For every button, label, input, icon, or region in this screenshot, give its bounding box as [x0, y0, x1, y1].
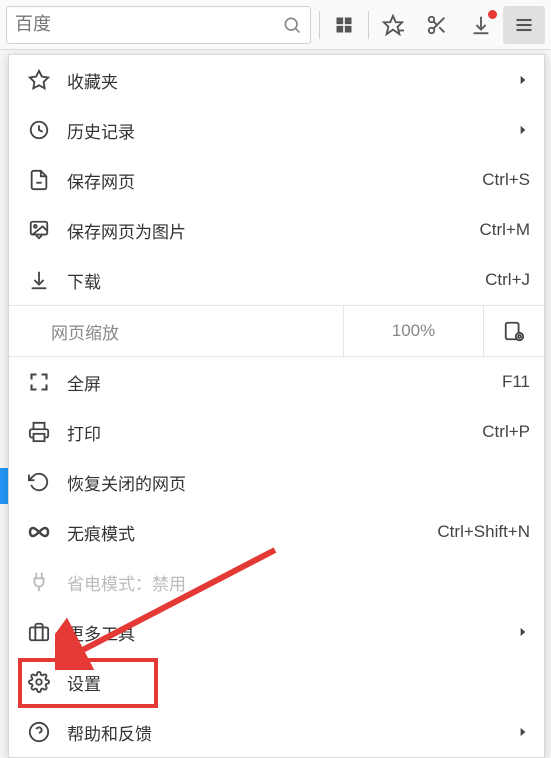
- main-menu: 收藏夹 历史记录 保存网页 Ctrl+S 保存网页为图片 Ctrl+M 下载 C…: [8, 54, 545, 758]
- menu-item-favorites[interactable]: 收藏夹: [9, 55, 544, 105]
- download-icon: [25, 269, 53, 291]
- zoom-row: 网页缩放 100%: [9, 305, 544, 357]
- fullscreen-icon: [25, 372, 53, 392]
- download-button[interactable]: [459, 6, 503, 44]
- star-icon: [25, 69, 53, 91]
- page-icon: [25, 169, 53, 191]
- menu-item-incognito[interactable]: 无痕模式 Ctrl+Shift+N: [9, 507, 544, 557]
- hamburger-menu-button[interactable]: [503, 6, 545, 44]
- menu-item-more-tools[interactable]: 更多工具: [9, 607, 544, 657]
- menu-label: 保存网页为图片: [67, 218, 479, 243]
- undo-icon: [25, 471, 53, 493]
- menu-label: 保存网页: [67, 168, 482, 193]
- menu-label: 省电模式：禁用: [67, 570, 530, 595]
- chevron-right-icon: [516, 123, 530, 137]
- menu-label: 历史记录: [67, 118, 516, 143]
- menu-label: 打印: [67, 420, 482, 445]
- menu-shortcut: Ctrl+Shift+N: [437, 522, 530, 542]
- chevron-right-icon: [516, 725, 530, 739]
- menu-label: 全屏: [67, 370, 502, 395]
- zoom-settings-icon[interactable]: [484, 306, 544, 356]
- side-indicator: [0, 468, 8, 504]
- menu-shortcut: Ctrl+S: [482, 170, 530, 190]
- toolbar-separator: [319, 11, 320, 39]
- menu-item-reopen-closed[interactable]: 恢复关闭的网页: [9, 457, 544, 507]
- briefcase-icon: [25, 621, 53, 643]
- menu-shortcut: Ctrl+J: [485, 270, 530, 290]
- search-icon[interactable]: [282, 15, 302, 35]
- search-input[interactable]: [15, 14, 282, 35]
- image-icon: [25, 219, 53, 241]
- menu-label: 恢复关闭的网页: [67, 470, 530, 495]
- menu-label: 更多工具: [67, 620, 516, 645]
- clock-icon: [25, 119, 53, 141]
- help-icon: [25, 721, 53, 743]
- menu-label: 帮助和反馈: [67, 720, 516, 745]
- scissors-button[interactable]: [415, 6, 459, 44]
- apps-button[interactable]: [322, 6, 366, 44]
- menu-item-downloads[interactable]: 下载 Ctrl+J: [9, 255, 544, 305]
- menu-item-fullscreen[interactable]: 全屏 F11: [9, 357, 544, 407]
- plug-icon: [25, 571, 53, 593]
- zoom-label: 网页缩放: [9, 306, 344, 356]
- bookmark-button[interactable]: [371, 6, 415, 44]
- menu-item-save-as-image[interactable]: 保存网页为图片 Ctrl+M: [9, 205, 544, 255]
- menu-item-save-page[interactable]: 保存网页 Ctrl+S: [9, 155, 544, 205]
- toolbar: [0, 0, 551, 50]
- menu-shortcut: Ctrl+P: [482, 422, 530, 442]
- menu-item-settings[interactable]: 设置: [9, 657, 544, 707]
- menu-label: 设置: [67, 670, 530, 695]
- toolbar-separator: [368, 11, 369, 39]
- zoom-value[interactable]: 100%: [344, 306, 484, 356]
- menu-label: 下载: [67, 268, 485, 293]
- menu-label: 无痕模式: [67, 520, 437, 545]
- menu-item-help[interactable]: 帮助和反馈: [9, 707, 544, 757]
- menu-item-print[interactable]: 打印 Ctrl+P: [9, 407, 544, 457]
- gear-icon: [25, 671, 53, 693]
- menu-shortcut: F11: [502, 372, 530, 392]
- menu-item-history[interactable]: 历史记录: [9, 105, 544, 155]
- menu-label: 收藏夹: [67, 68, 516, 93]
- notification-dot: [488, 10, 497, 19]
- chevron-right-icon: [516, 625, 530, 639]
- menu-shortcut: Ctrl+M: [479, 220, 530, 240]
- chevron-right-icon: [516, 73, 530, 87]
- search-box[interactable]: [6, 6, 311, 44]
- infinity-icon: [25, 525, 53, 539]
- menu-item-power-save: 省电模式：禁用: [9, 557, 544, 607]
- print-icon: [25, 421, 53, 443]
